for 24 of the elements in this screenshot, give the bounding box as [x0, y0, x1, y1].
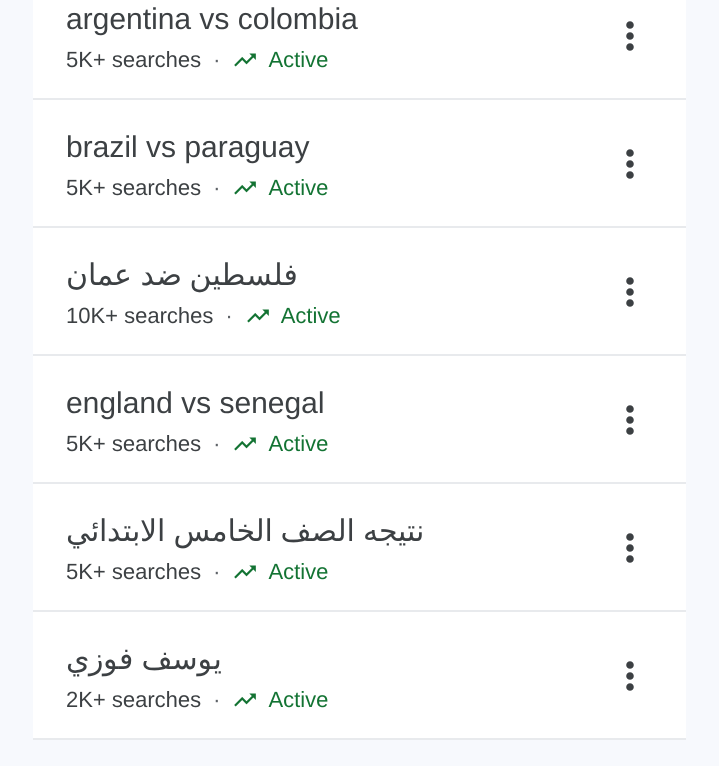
status-label: Active [280, 304, 341, 328]
search-count: 5K+ searches [66, 432, 202, 456]
trend-title[interactable]: نتيجه الصف الخامس الابتدائي [66, 514, 424, 550]
trend-title[interactable]: argentina vs colombia [66, 2, 358, 38]
status-label: Active [268, 688, 328, 712]
status-label: Active [268, 176, 328, 200]
separator-dot: · [213, 688, 220, 712]
trend-title[interactable]: يوسف فوزي [66, 642, 222, 678]
separator-dot: · [213, 560, 220, 584]
trend-title[interactable]: england vs senegal [66, 386, 325, 422]
trend-title[interactable]: فلسطين ضد عمان [66, 258, 298, 294]
trend-title[interactable]: brazil vs paraguay [66, 130, 310, 166]
separator-dot: · [213, 176, 220, 200]
search-count: 2K+ searches [66, 688, 202, 712]
search-count: 5K+ searches [66, 48, 202, 72]
search-count: 10K+ searches [66, 304, 214, 328]
status-label: Active [268, 432, 328, 456]
status-label: Active [268, 48, 328, 72]
search-count: 5K+ searches [66, 560, 202, 584]
separator-dot: · [225, 304, 233, 328]
separator-dot: · [213, 48, 220, 72]
status-label: Active [268, 560, 328, 584]
search-count: 5K+ searches [66, 176, 202, 200]
separator-dot: · [213, 432, 220, 456]
